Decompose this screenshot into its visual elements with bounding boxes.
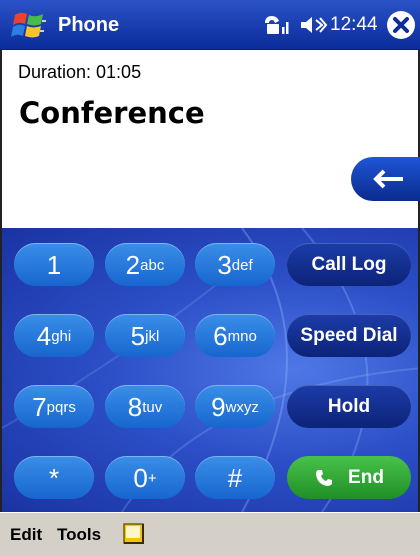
start-flag-icon[interactable] bbox=[11, 9, 47, 43]
key-hash[interactable]: # bbox=[195, 456, 275, 499]
hold-button[interactable]: Hold bbox=[287, 385, 411, 428]
menu-tools[interactable]: Tools bbox=[57, 525, 101, 545]
caller-name: Conference bbox=[19, 96, 205, 130]
arrow-left-icon bbox=[373, 169, 403, 189]
key-0[interactable]: 0 + bbox=[105, 456, 185, 499]
key-star[interactable]: * bbox=[14, 456, 94, 499]
phone-handset-icon bbox=[316, 469, 333, 486]
end-call-label: End bbox=[348, 466, 384, 488]
key-2[interactable]: 2 abc bbox=[105, 243, 185, 286]
key-7[interactable]: 7 pqrs bbox=[14, 385, 94, 428]
menu-bar: Edit Tools bbox=[0, 512, 420, 556]
signal-icon[interactable] bbox=[262, 13, 292, 37]
close-icon[interactable] bbox=[387, 11, 415, 39]
key-6[interactable]: 6 mno bbox=[195, 314, 275, 357]
input-panel-icon[interactable] bbox=[122, 522, 146, 546]
speaker-icon[interactable] bbox=[298, 13, 328, 37]
key-8[interactable]: 8 tuv bbox=[105, 385, 185, 428]
key-3[interactable]: 3 def bbox=[195, 243, 275, 286]
end-call-button[interactable]: End bbox=[287, 456, 411, 499]
call-log-button[interactable]: Call Log bbox=[287, 243, 411, 286]
key-1[interactable]: 1 bbox=[14, 243, 94, 286]
call-info-panel: Duration: 01:05 Conference bbox=[0, 50, 420, 228]
dial-keypad: 1 2 abc 3 def Call Log 4 ghi 5 jkl 6 mno Spee… bbox=[0, 228, 420, 512]
key-5[interactable]: 5 jkl bbox=[105, 314, 185, 357]
backspace-button[interactable] bbox=[351, 157, 420, 201]
key-9[interactable]: 9 wxyz bbox=[195, 385, 275, 428]
speed-dial-button[interactable]: Speed Dial bbox=[287, 314, 411, 357]
call-duration: Duration: 01:05 bbox=[18, 62, 142, 82]
app-title: Phone bbox=[58, 14, 120, 36]
menu-edit[interactable]: Edit bbox=[10, 525, 42, 545]
clock[interactable]: 12:44 bbox=[330, 13, 378, 37]
key-4[interactable]: 4 ghi bbox=[14, 314, 94, 357]
title-bar: Phone 12:44 bbox=[0, 0, 420, 50]
